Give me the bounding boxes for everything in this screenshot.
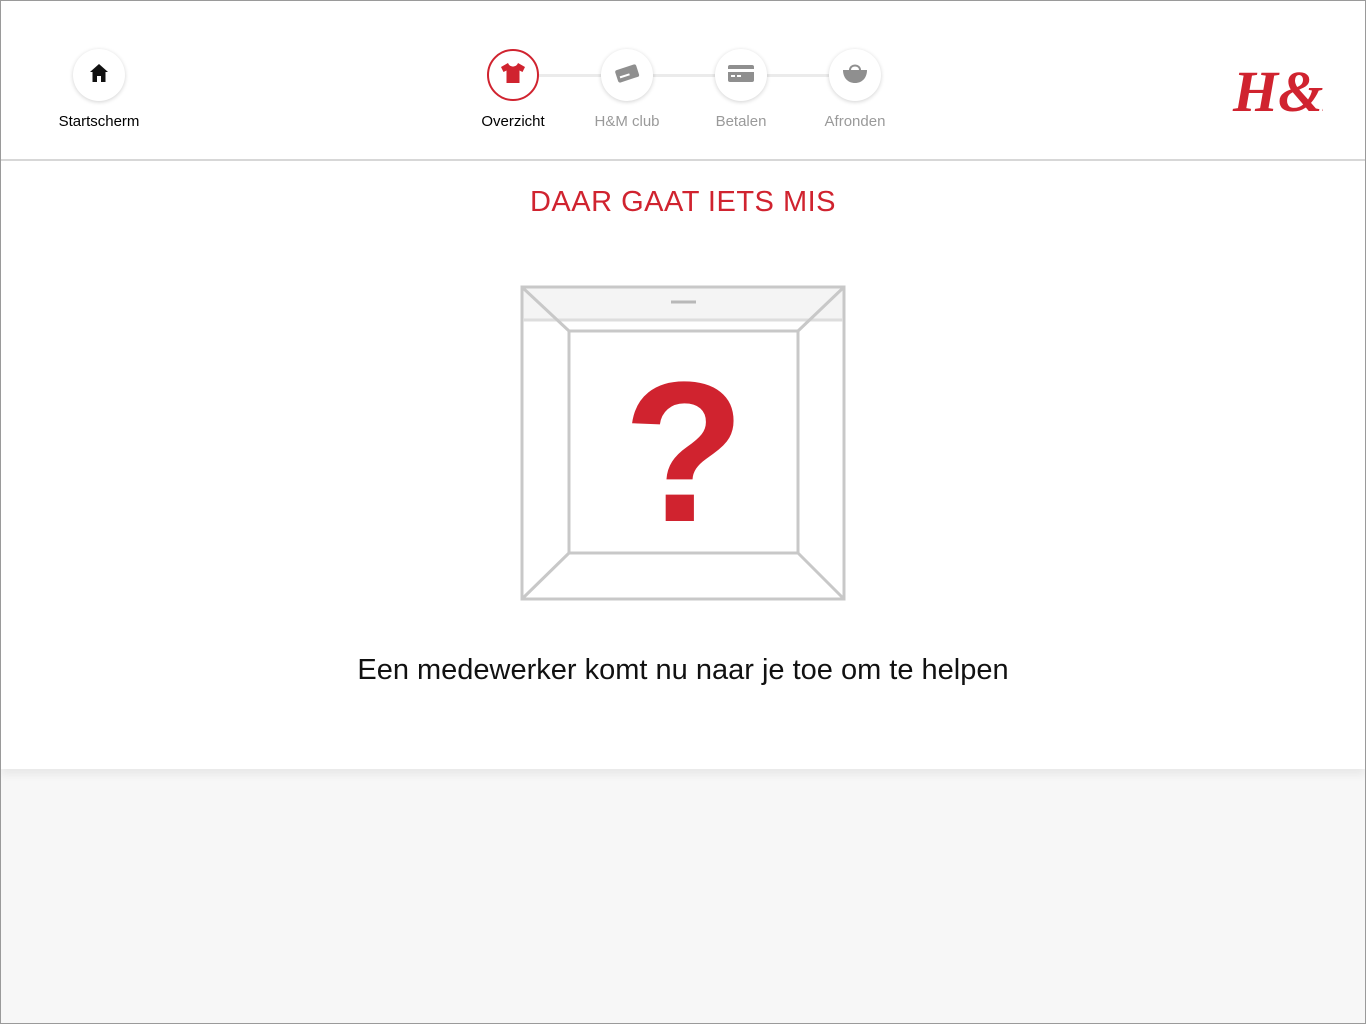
- step-hm-club[interactable]: [601, 49, 653, 101]
- step-overzicht[interactable]: [487, 49, 539, 101]
- home-icon: [88, 62, 110, 89]
- error-title: DAAR GAAT IETS MIS: [529, 186, 837, 218]
- svg-text:H&M: H&M: [1232, 59, 1323, 119]
- step-connector: [653, 74, 715, 77]
- step-label-afronden: Afronden: [824, 113, 886, 130]
- question-box-icon: ?: [520, 285, 848, 608]
- step-connector: [767, 74, 829, 77]
- home-label: Startscherm: [58, 113, 140, 130]
- bag-icon: [841, 61, 869, 90]
- home-button[interactable]: [73, 49, 125, 101]
- step-afronden[interactable]: [829, 49, 881, 101]
- step-betalen[interactable]: [715, 49, 767, 101]
- svg-text:?: ?: [623, 341, 745, 564]
- tshirt-icon: [500, 62, 526, 89]
- error-message: Een medewerker komt nu naar je toe om te…: [357, 654, 1009, 686]
- step-connector: [539, 74, 601, 77]
- kiosk-screen: Startscherm Overzicht H&M club Betalen A…: [0, 0, 1366, 1024]
- credit-card-icon: [726, 62, 756, 89]
- header: Startscherm Overzicht H&M club Betalen A…: [1, 1, 1365, 161]
- hm-logo: H&M: [1231, 53, 1365, 124]
- member-card-icon: [613, 62, 641, 89]
